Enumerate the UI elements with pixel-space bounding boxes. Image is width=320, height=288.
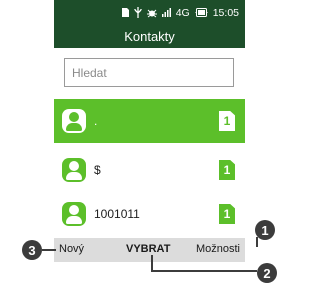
softkey-left-new[interactable]: Nový: [59, 243, 84, 255]
status-bar: 4G 15:05: [54, 0, 245, 25]
callout-3-badge: 3: [22, 240, 42, 260]
contact-row[interactable]: . 1: [54, 99, 245, 143]
contact-avatar-icon: [62, 158, 86, 182]
contact-name: .: [94, 114, 98, 128]
usb-icon: [134, 7, 142, 18]
sim-icon: [121, 8, 129, 17]
contact-name: 1001011: [94, 207, 140, 221]
battery-icon: [195, 8, 208, 17]
signal-icon: [161, 8, 171, 17]
phone-screen: 4G 15:05 Kontakty Hledat . 1 $ 1 1001011…: [54, 0, 245, 262]
sim-badge: 1: [219, 160, 235, 180]
clock: 15:05: [212, 6, 239, 19]
contact-row[interactable]: $ 1: [54, 148, 245, 192]
callout-3-leader: [42, 249, 56, 251]
softkey-right-options[interactable]: Možnosti: [196, 243, 240, 255]
softkey-center-select[interactable]: VYBRAT: [126, 243, 170, 255]
contact-name: $: [94, 163, 101, 177]
sim-badge: 1: [219, 111, 235, 131]
softkey-bar: Nový VYBRAT Možnosti: [54, 238, 245, 262]
bug-icon: [146, 8, 157, 18]
callout-2-badge: 2: [257, 263, 277, 283]
search-input[interactable]: Hledat: [64, 58, 234, 87]
contact-row[interactable]: 1001011 1: [54, 192, 245, 236]
callout-2-leader-horizontal: [151, 270, 257, 272]
callout-2-leader-vertical: [151, 255, 153, 271]
contact-avatar-icon: [62, 202, 86, 226]
contact-avatar-icon: [62, 109, 86, 133]
network-type: 4G: [175, 6, 190, 19]
sim-badge: 1: [219, 204, 235, 224]
callout-1-leader: [256, 237, 258, 247]
callout-1-badge: 1: [255, 220, 275, 240]
page-title: Kontakty: [54, 25, 245, 48]
